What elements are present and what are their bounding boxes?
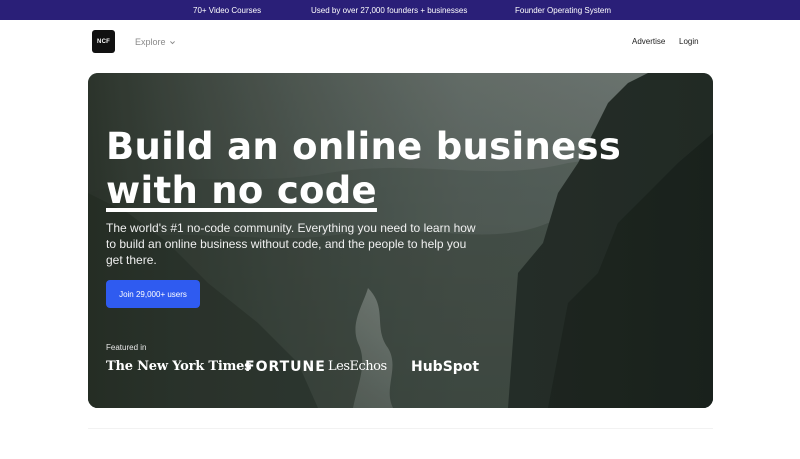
- press-logo-fortune: FORTUNE: [245, 359, 326, 375]
- hero-banner: Build an online business with no code Th…: [88, 73, 713, 408]
- join-users-button[interactable]: Join 29,000+ users: [106, 280, 200, 308]
- hero-title: Build an online business with no code: [106, 125, 621, 213]
- hero-title-line1: Build an online business: [106, 125, 622, 168]
- explore-menu[interactable]: Explore: [135, 37, 176, 47]
- announcement-bar: 70+ Video Courses Used by over 27,000 fo…: [0, 0, 800, 20]
- login-link[interactable]: Login: [679, 37, 699, 46]
- navbar: NCF Explore Advertise Login: [0, 20, 800, 64]
- press-logo-lesechos: LesEchos: [328, 359, 387, 374]
- announcement-users[interactable]: Used by over 27,000 founders + businesse…: [311, 6, 467, 15]
- hero-subtitle: The world's #1 no-code community. Everyt…: [106, 221, 476, 267]
- chevron-down-icon: [169, 40, 175, 44]
- press-logo-hubspot: HubSpot: [411, 359, 480, 375]
- site-logo[interactable]: NCF: [92, 30, 115, 53]
- hero-title-line2: with no code: [106, 169, 377, 212]
- press-logo-nyt: The New York Times: [106, 359, 252, 374]
- advertise-link[interactable]: Advertise: [632, 37, 665, 46]
- explore-label: Explore: [135, 37, 166, 47]
- announcement-fos[interactable]: Founder Operating System: [515, 6, 611, 15]
- featured-in-label: Featured in: [106, 343, 147, 352]
- section-divider: [88, 428, 713, 459]
- announcement-courses[interactable]: 70+ Video Courses: [193, 6, 261, 15]
